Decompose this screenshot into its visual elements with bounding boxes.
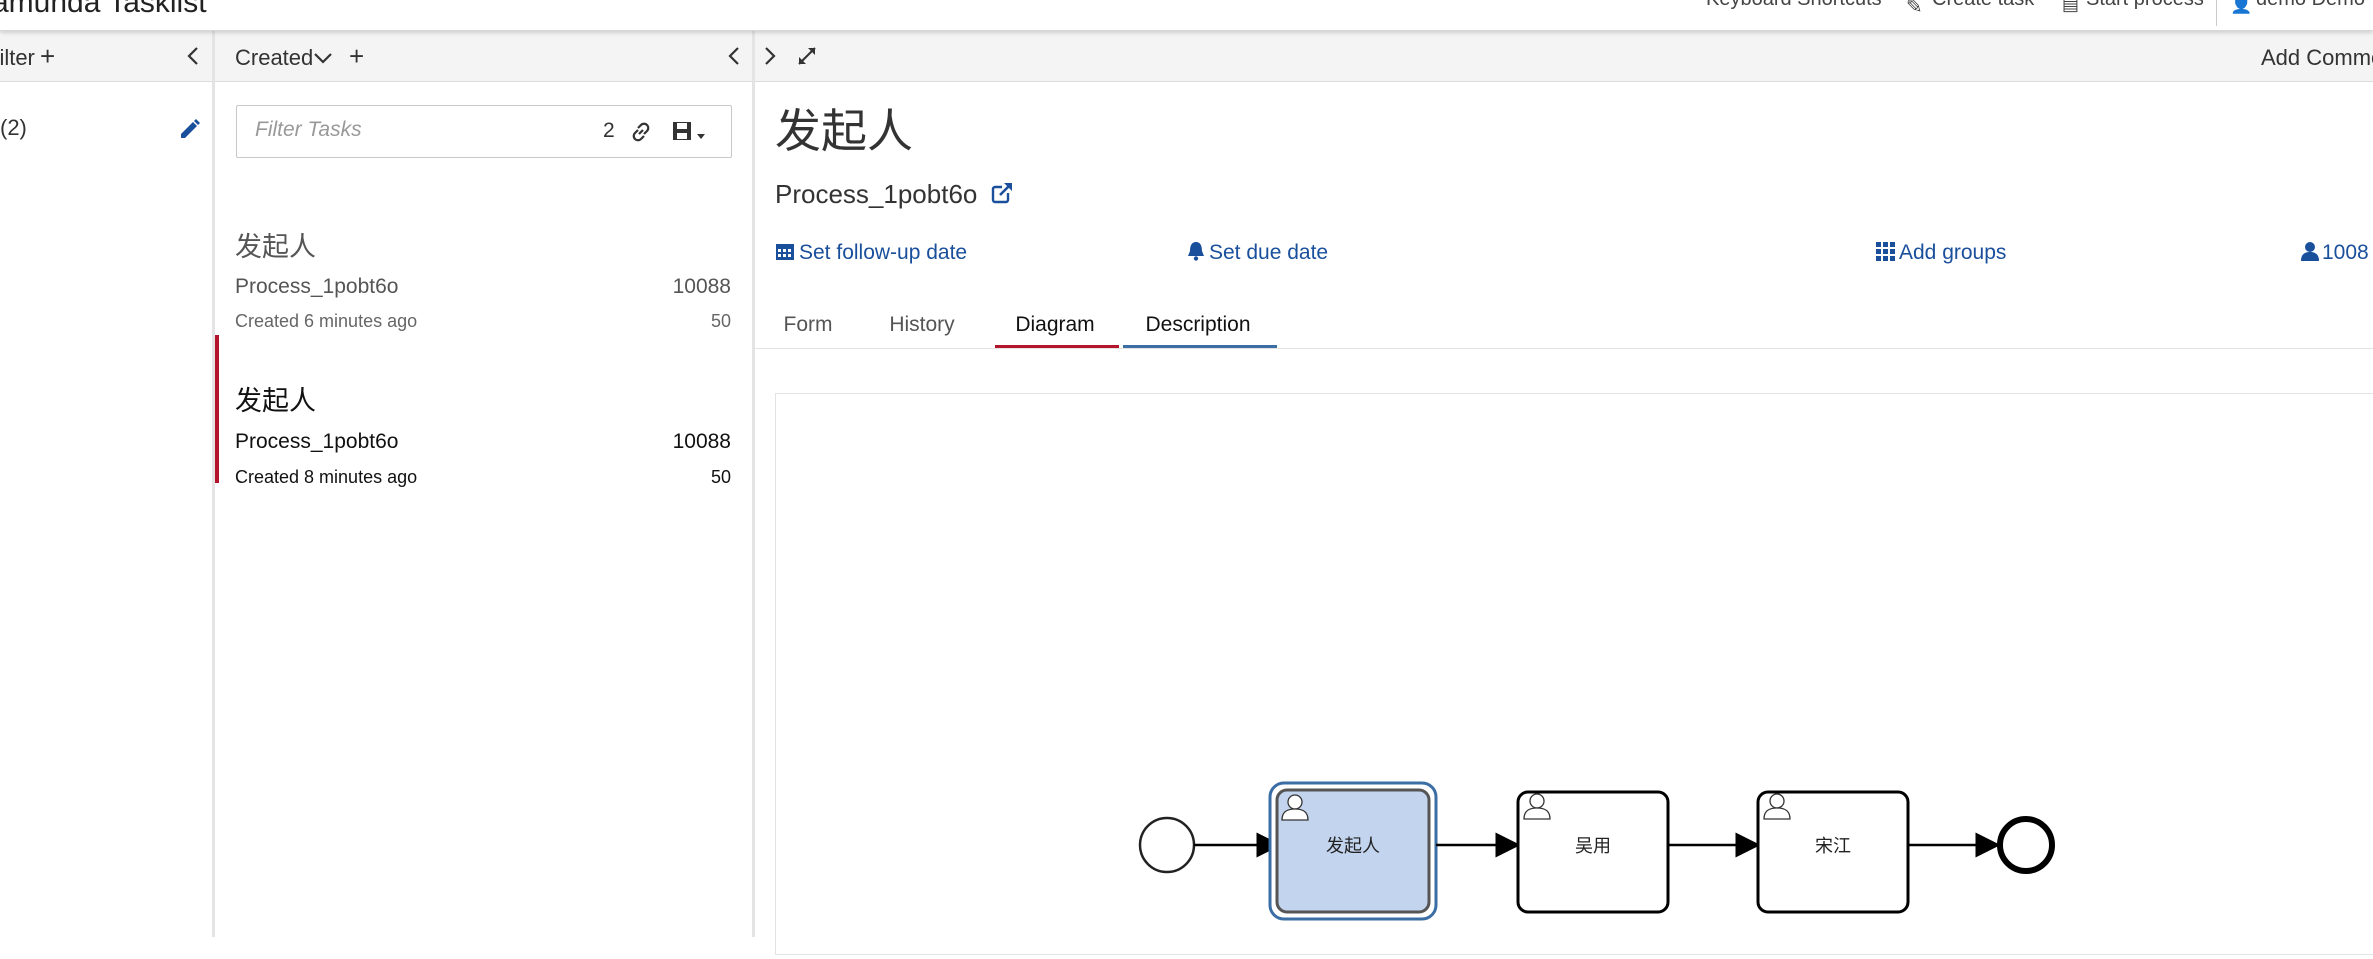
task-priority: 10088 xyxy=(672,275,731,298)
fullscreen-icon[interactable] xyxy=(795,44,819,68)
app-brand[interactable]: amunda Tasklist xyxy=(0,0,207,20)
calendar-icon xyxy=(776,244,794,260)
tab-history[interactable]: History xyxy=(885,313,959,357)
task-title: 发起人 xyxy=(775,105,913,157)
task-card-selected[interactable]: 发起人 Process_1pobt6o 10088 Created 8 minu… xyxy=(215,335,753,487)
detail-toolbar: Add Comme xyxy=(755,31,2373,82)
task-created: Created 6 minutes ago xyxy=(235,311,418,331)
task-node-label: 宋江 xyxy=(1815,836,1851,856)
task-process: Process_1pobt6o xyxy=(235,275,399,298)
add-filter-button[interactable]: + xyxy=(40,41,55,72)
set-due-date-button[interactable]: Set due date xyxy=(1187,241,1328,265)
grid-icon xyxy=(1876,242,1895,261)
keyboard-shortcuts-link[interactable]: Keyboard Shortcuts xyxy=(1706,0,1882,11)
add-groups-label: Add groups xyxy=(1899,241,2007,264)
task-node-label: 吴用 xyxy=(1575,836,1611,856)
start-process-link[interactable]: Start process xyxy=(2086,0,2204,11)
user-icon: 👤 xyxy=(2230,0,2253,14)
external-link-icon[interactable] xyxy=(991,182,1013,204)
app-header: amunda Tasklist Keyboard Shortcuts ✎ Cre… xyxy=(0,0,2373,31)
sort-created-button[interactable]: Created xyxy=(235,45,313,71)
process-name: Process_1pobt6o xyxy=(775,179,1013,210)
add-comment-button[interactable]: Add Comme xyxy=(2261,45,2373,71)
filter-item-count: (2) xyxy=(0,115,27,140)
user-icon xyxy=(2301,242,2319,261)
task-card[interactable]: 发起人 Process_1pobt6o 10088 Created 6 minu… xyxy=(215,191,753,339)
task-node-label: 发起人 xyxy=(1326,836,1380,856)
chevron-down-icon[interactable] xyxy=(313,52,333,64)
filter-label: Filter xyxy=(0,45,35,70)
collapse-left-icon[interactable] xyxy=(727,46,741,66)
search-result-count: 2 xyxy=(603,119,615,142)
save-dropdown-icon[interactable] xyxy=(671,120,711,144)
tab-description[interactable]: Description xyxy=(1123,313,1273,357)
task-name: 发起人 xyxy=(235,232,316,262)
task-name: 发起人 xyxy=(235,386,316,416)
follow-up-label: Set follow-up date xyxy=(799,241,968,264)
task-created: Created 8 minutes ago xyxy=(235,467,418,487)
task-sub-value: 50 xyxy=(710,467,731,487)
assignee-button[interactable]: 1008 xyxy=(2301,241,2369,265)
task-priority: 10088 xyxy=(672,430,731,453)
search-input[interactable]: Filter Tasks xyxy=(255,118,362,142)
filter-tasks-search: Filter Tasks 2 xyxy=(236,105,732,158)
add-groups-button[interactable]: Add groups xyxy=(1875,241,2006,265)
collapse-left-icon[interactable] xyxy=(186,46,200,66)
bpmn-canvas xyxy=(1138,781,2055,921)
task-detail-panel: Add Comme 发起人 Process_1pobt6o Set follow… xyxy=(755,31,2373,955)
bell-icon xyxy=(1188,242,1204,261)
edit-filter-icon[interactable] xyxy=(178,117,202,141)
task-process: Process_1pobt6o xyxy=(235,430,399,453)
task-sub-value: 50 xyxy=(710,311,731,331)
filters-panel: Filter + (2) xyxy=(0,31,213,937)
end-event[interactable] xyxy=(1997,816,2055,874)
filters-toolbar: Filter + xyxy=(0,31,213,82)
create-task-link[interactable]: Create task xyxy=(1932,0,2034,11)
process-name-text: Process_1pobt6o xyxy=(775,179,978,209)
tab-form[interactable]: Form xyxy=(777,313,839,357)
pencil-icon: ✎ xyxy=(1906,0,1923,18)
assignee-label: 1008 xyxy=(2322,241,2369,264)
user-menu[interactable]: demo Demo xyxy=(2256,0,2365,11)
bpmn-diagram[interactable]: 发起人 吴用 宋江 xyxy=(775,393,2373,955)
task-list-toolbar: Created + xyxy=(215,31,753,82)
start-event[interactable] xyxy=(1138,816,1196,874)
expand-right-icon[interactable] xyxy=(763,46,777,66)
due-date-label: Set due date xyxy=(1209,241,1329,264)
list-icon: ▤ xyxy=(2062,0,2080,14)
filter-item[interactable]: (2) xyxy=(0,115,27,141)
add-sort-button[interactable]: + xyxy=(349,41,364,72)
link-icon[interactable] xyxy=(629,120,653,144)
task-list-panel: Created + Filter Tasks 2 发起人 Process_1po… xyxy=(215,31,753,937)
tab-diagram[interactable]: Diagram xyxy=(995,313,1115,357)
tabs-divider xyxy=(755,348,2373,349)
set-follow-up-date-button[interactable]: Set follow-up date xyxy=(775,241,967,265)
header-divider xyxy=(2216,0,2217,26)
